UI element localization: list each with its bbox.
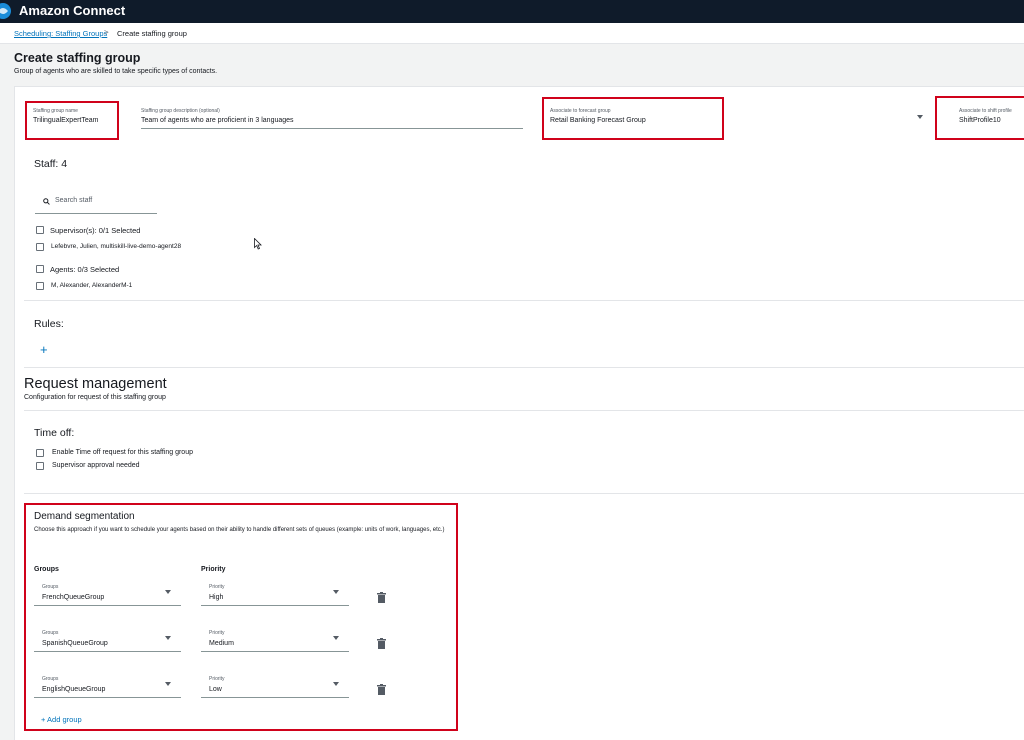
forecast-group-label: Associate to forecast group [550,108,611,114]
group-select-english[interactable]: Groups EnglishQueueGroup [34,676,181,698]
supervisor-approval-checkbox[interactable] [36,462,44,470]
staff-section: Staff: 4 [24,145,1024,301]
shift-profile-value: ShiftProfile10 [959,117,1001,124]
priority-select-low[interactable]: Priority Low [201,676,349,698]
delete-row-trash-icon[interactable] [377,638,386,649]
priority-field-label: Priority [209,584,225,590]
group-chevron-down-icon[interactable] [165,682,171,686]
delete-row-trash-icon[interactable] [377,684,386,695]
group-underline [34,697,181,698]
add-rule-plus-icon[interactable]: + [40,342,48,357]
enable-time-off-label: Enable Time off request for this staffin… [52,449,193,456]
group-value-french: FrenchQueueGroup [42,594,105,601]
add-group-button[interactable]: + Add group [41,715,82,724]
request-management-title: Request management [24,376,167,392]
page-subtitle: Group of agents who are skilled to take … [14,68,218,75]
group-field-label: Groups [42,676,59,682]
shift-profile-label: Associate to shift profile [959,108,1012,114]
forecast-chevron-down-icon[interactable] [917,115,923,119]
app-title: Amazon Connect [19,3,126,18]
staff-title: Staff: 4 [34,158,68,170]
priority-underline [201,697,349,698]
priority-underline [201,651,349,652]
breadcrumb: Scheduling: Staffing Groups > Create sta… [0,23,1024,44]
supervisor-approval-label: Supervisor approval needed [52,462,140,469]
priority-underline [201,605,349,606]
group-select-french[interactable]: Groups FrenchQueueGroup [34,584,181,606]
request-management-subtitle: Configuration for request of this staffi… [24,394,166,401]
top-bar: Amazon Connect [0,0,1024,23]
priority-field-label: Priority [209,676,225,682]
shift-profile-select[interactable]: Associate to shift profile ShiftProfile1… [959,108,1024,130]
breadcrumb-staffing-groups-link[interactable]: Scheduling: Staffing Groups [14,29,107,38]
description-underline [141,128,523,129]
mouse-cursor-icon [254,238,262,250]
priority-value-low: Low [209,686,222,693]
priority-chevron-down-icon[interactable] [333,636,339,640]
supervisor-name: Lefebvre, Julien, multiskill-live-demo-a… [51,243,182,250]
priority-value-medium: Medium [209,640,234,647]
supervisors-label: Supervisor(s): 0/1 Selected [50,226,141,235]
delete-row-trash-icon[interactable] [377,592,386,603]
staffing-group-name-field[interactable]: Staffing group name TrilingualExpertTeam [33,108,113,130]
rules-section: Rules: + [24,302,1024,368]
priority-chevron-down-icon[interactable] [333,682,339,686]
demand-segmentation-title: Demand segmentation [34,511,135,522]
search-icon [43,198,50,205]
supervisor-checkbox[interactable] [36,243,44,251]
forecast-group-value: Retail Banking Forecast Group [550,117,646,124]
priority-value-high: High [209,594,224,601]
rules-title: Rules: [34,318,64,330]
group-underline [34,605,181,606]
group-chevron-down-icon[interactable] [165,590,171,594]
breadcrumb-current: Create staffing group [117,29,187,38]
priority-select-high[interactable]: Priority High [201,584,349,606]
groups-column-header: Groups [34,566,59,573]
page-title: Create staffing group [14,51,141,65]
group-field-label: Groups [42,630,59,636]
enable-time-off-checkbox[interactable] [36,449,44,457]
forecast-group-select[interactable]: Associate to forecast group Retail Banki… [550,108,930,130]
group-chevron-down-icon[interactable] [165,636,171,640]
group-select-spanish[interactable]: Groups SpanishQueueGroup [34,630,181,652]
demand-segmentation-subtitle: Choose this approach if you want to sche… [34,527,445,533]
staffing-group-name-value: TrilingualExpertTeam [33,117,99,124]
group-underline [34,651,181,652]
agents-select-all-checkbox[interactable] [36,265,44,273]
priority-chevron-down-icon[interactable] [333,590,339,594]
group-field-label: Groups [42,584,59,590]
search-staff-placeholder: Search staff [55,197,93,204]
priority-column-header: Priority [201,566,226,573]
staffing-group-description-label: Staffing group description (optional) [141,108,220,114]
agents-label: Agents: 0/3 Selected [50,265,120,274]
staffing-group-name-label: Staffing group name [33,108,78,114]
amazon-connect-logo-icon [0,3,11,19]
staffing-group-description-field[interactable]: Staffing group description (optional) Te… [141,108,523,129]
priority-field-label: Priority [209,630,225,636]
breadcrumb-separator: > [104,28,109,37]
priority-select-medium[interactable]: Priority Medium [201,630,349,652]
group-value-spanish: SpanishQueueGroup [42,640,108,647]
staffing-group-description-value: Team of agents who are proficient in 3 l… [141,117,294,124]
agent-name: M, Alexander, AlexanderM-1 [51,282,133,289]
time-off-title: Time off: [34,427,75,439]
agent-checkbox[interactable] [36,282,44,290]
group-value-english: EnglishQueueGroup [42,686,106,693]
supervisors-select-all-checkbox[interactable] [36,226,44,234]
search-staff-input[interactable]: Search staff [35,191,157,214]
